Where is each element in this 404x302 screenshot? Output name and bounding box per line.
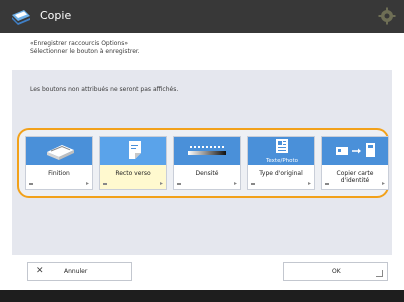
density-label: Densité: [195, 170, 219, 177]
bottom-bar: [0, 290, 404, 302]
copy-icon: [12, 10, 30, 25]
cancel-label: Annuler: [64, 268, 88, 275]
density-icon: [188, 146, 226, 155]
original-type-icon: Texte/Photo: [265, 139, 299, 164]
corner-mark-icon: [376, 270, 383, 277]
finishing-label: Finition: [48, 170, 70, 177]
original-type-icon-text: Texte/Photo: [265, 158, 299, 164]
original-type-button[interactable]: Texte/Photo Type d'original: [247, 136, 315, 190]
app-title: Copie: [40, 9, 72, 22]
unassigned-note: Les boutons non attribués ne seront pas …: [30, 86, 179, 93]
id-card-copy-button[interactable]: Copier carte d'identité: [321, 136, 389, 190]
id-card-copy-label: Copier carte d'identité: [336, 170, 374, 184]
finishing-button[interactable]: Finition: [25, 136, 93, 190]
duplex-label: Recto verso: [115, 170, 151, 177]
ok-label: OK: [332, 268, 341, 275]
instruction-line-2: Sélectionner le bouton à enregistrer.: [30, 48, 140, 55]
density-button[interactable]: Densité: [173, 136, 241, 190]
duplex-button[interactable]: Recto verso: [99, 136, 167, 190]
id-card-copy-icon: [336, 143, 375, 157]
title-bar: Copie: [0, 0, 404, 33]
cancel-button[interactable]: ✕ Annuler: [27, 262, 132, 281]
ok-button[interactable]: OK: [283, 262, 388, 281]
instruction-line-1: «Enregistrer raccourcis Options»: [30, 40, 129, 47]
main-panel: Les boutons non attribués ne seront pas …: [12, 70, 392, 255]
original-type-label: Type d'original: [259, 170, 303, 177]
shortcut-group: Finition Recto verso Densité Texte/Photo…: [17, 128, 389, 198]
finishing-icon: [47, 145, 74, 160]
close-icon: ✕: [36, 266, 44, 276]
instructions: «Enregistrer raccourcis Options» Sélecti…: [30, 40, 140, 56]
gear-icon[interactable]: [378, 7, 396, 25]
duplex-icon: [129, 141, 141, 159]
